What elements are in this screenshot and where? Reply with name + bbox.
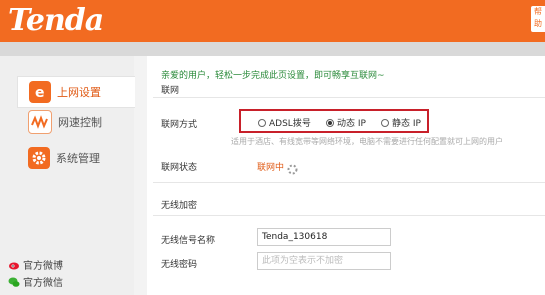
radio-checked-icon [326,118,334,127]
sidebar-item-label: 网速控制 [58,116,102,129]
radio-static-ip[interactable]: 静态 IP [381,116,421,129]
weibo-label: 官方微博 [23,261,63,272]
welcome-hint: 亲爱的用户，轻松一步完成此页设置，即可畅享互联网~ [161,71,385,81]
sidebar-item-speed-control[interactable]: 网速控制 [28,108,102,136]
connection-type-label: 联网方式 [161,120,198,130]
sidebar-item-system-management[interactable]: 系统管理 [28,144,100,172]
section-title-internet: 联网 [161,86,180,96]
radio-adsl[interactable]: ADSL拨号 [258,116,311,129]
password-input[interactable]: 此项为空表示不加密 [257,252,391,270]
internet-e-icon: e [29,81,51,103]
sidebar-item-label: 系统管理 [56,152,100,165]
password-label: 无线密码 [161,260,198,270]
sidebar-item-label: 上网设置 [57,86,101,99]
radio-circle-icon [381,118,389,127]
weibo-link[interactable]: 官方微博 [8,257,63,272]
radio-circle-icon [258,118,266,127]
header-band [0,42,545,56]
radio-dynamic-ip[interactable]: 动态 IP [326,116,366,129]
top-header-bar: Tenda 帮助 [0,0,545,42]
sidebar-item-internet-settings[interactable]: e 上网设置 [17,76,135,108]
status-label: 联网状态 [161,163,198,173]
sidebar: e 上网设置 网速控制 系统管理 官方微博 官方微信 [0,56,135,295]
connection-type-hint: 适用于酒店、有线宽带等网络环境，电脑不需要进行任何配置就可上网的用户 [231,137,503,146]
section-title-wireless: 无线加密 [161,201,198,211]
loading-spinner-icon [287,160,298,179]
ssid-input[interactable]: Tenda_130618 [257,228,391,246]
connection-type-highlight: ADSL拨号 动态 IP 静态 IP [239,109,429,133]
main-content-panel: 亲爱的用户，轻松一步完成此页设置，即可畅享互联网~ 联网 联网方式 ADSL拨号… [147,56,545,295]
system-gear-icon [28,147,50,169]
divider [153,215,545,216]
divider [153,182,545,183]
ssid-label: 无线信号名称 [161,236,216,246]
wechat-icon [8,276,20,288]
svg-text:e: e [35,85,45,100]
speed-wave-icon [28,110,52,134]
status-value: 联网中 [257,163,285,173]
divider [153,97,545,98]
wechat-label: 官方微信 [23,278,63,289]
weibo-icon [8,259,20,271]
tenda-logo: Tenda [8,3,104,38]
wechat-link[interactable]: 官方微信 [8,274,63,289]
help-button[interactable]: 帮助 [531,6,545,32]
